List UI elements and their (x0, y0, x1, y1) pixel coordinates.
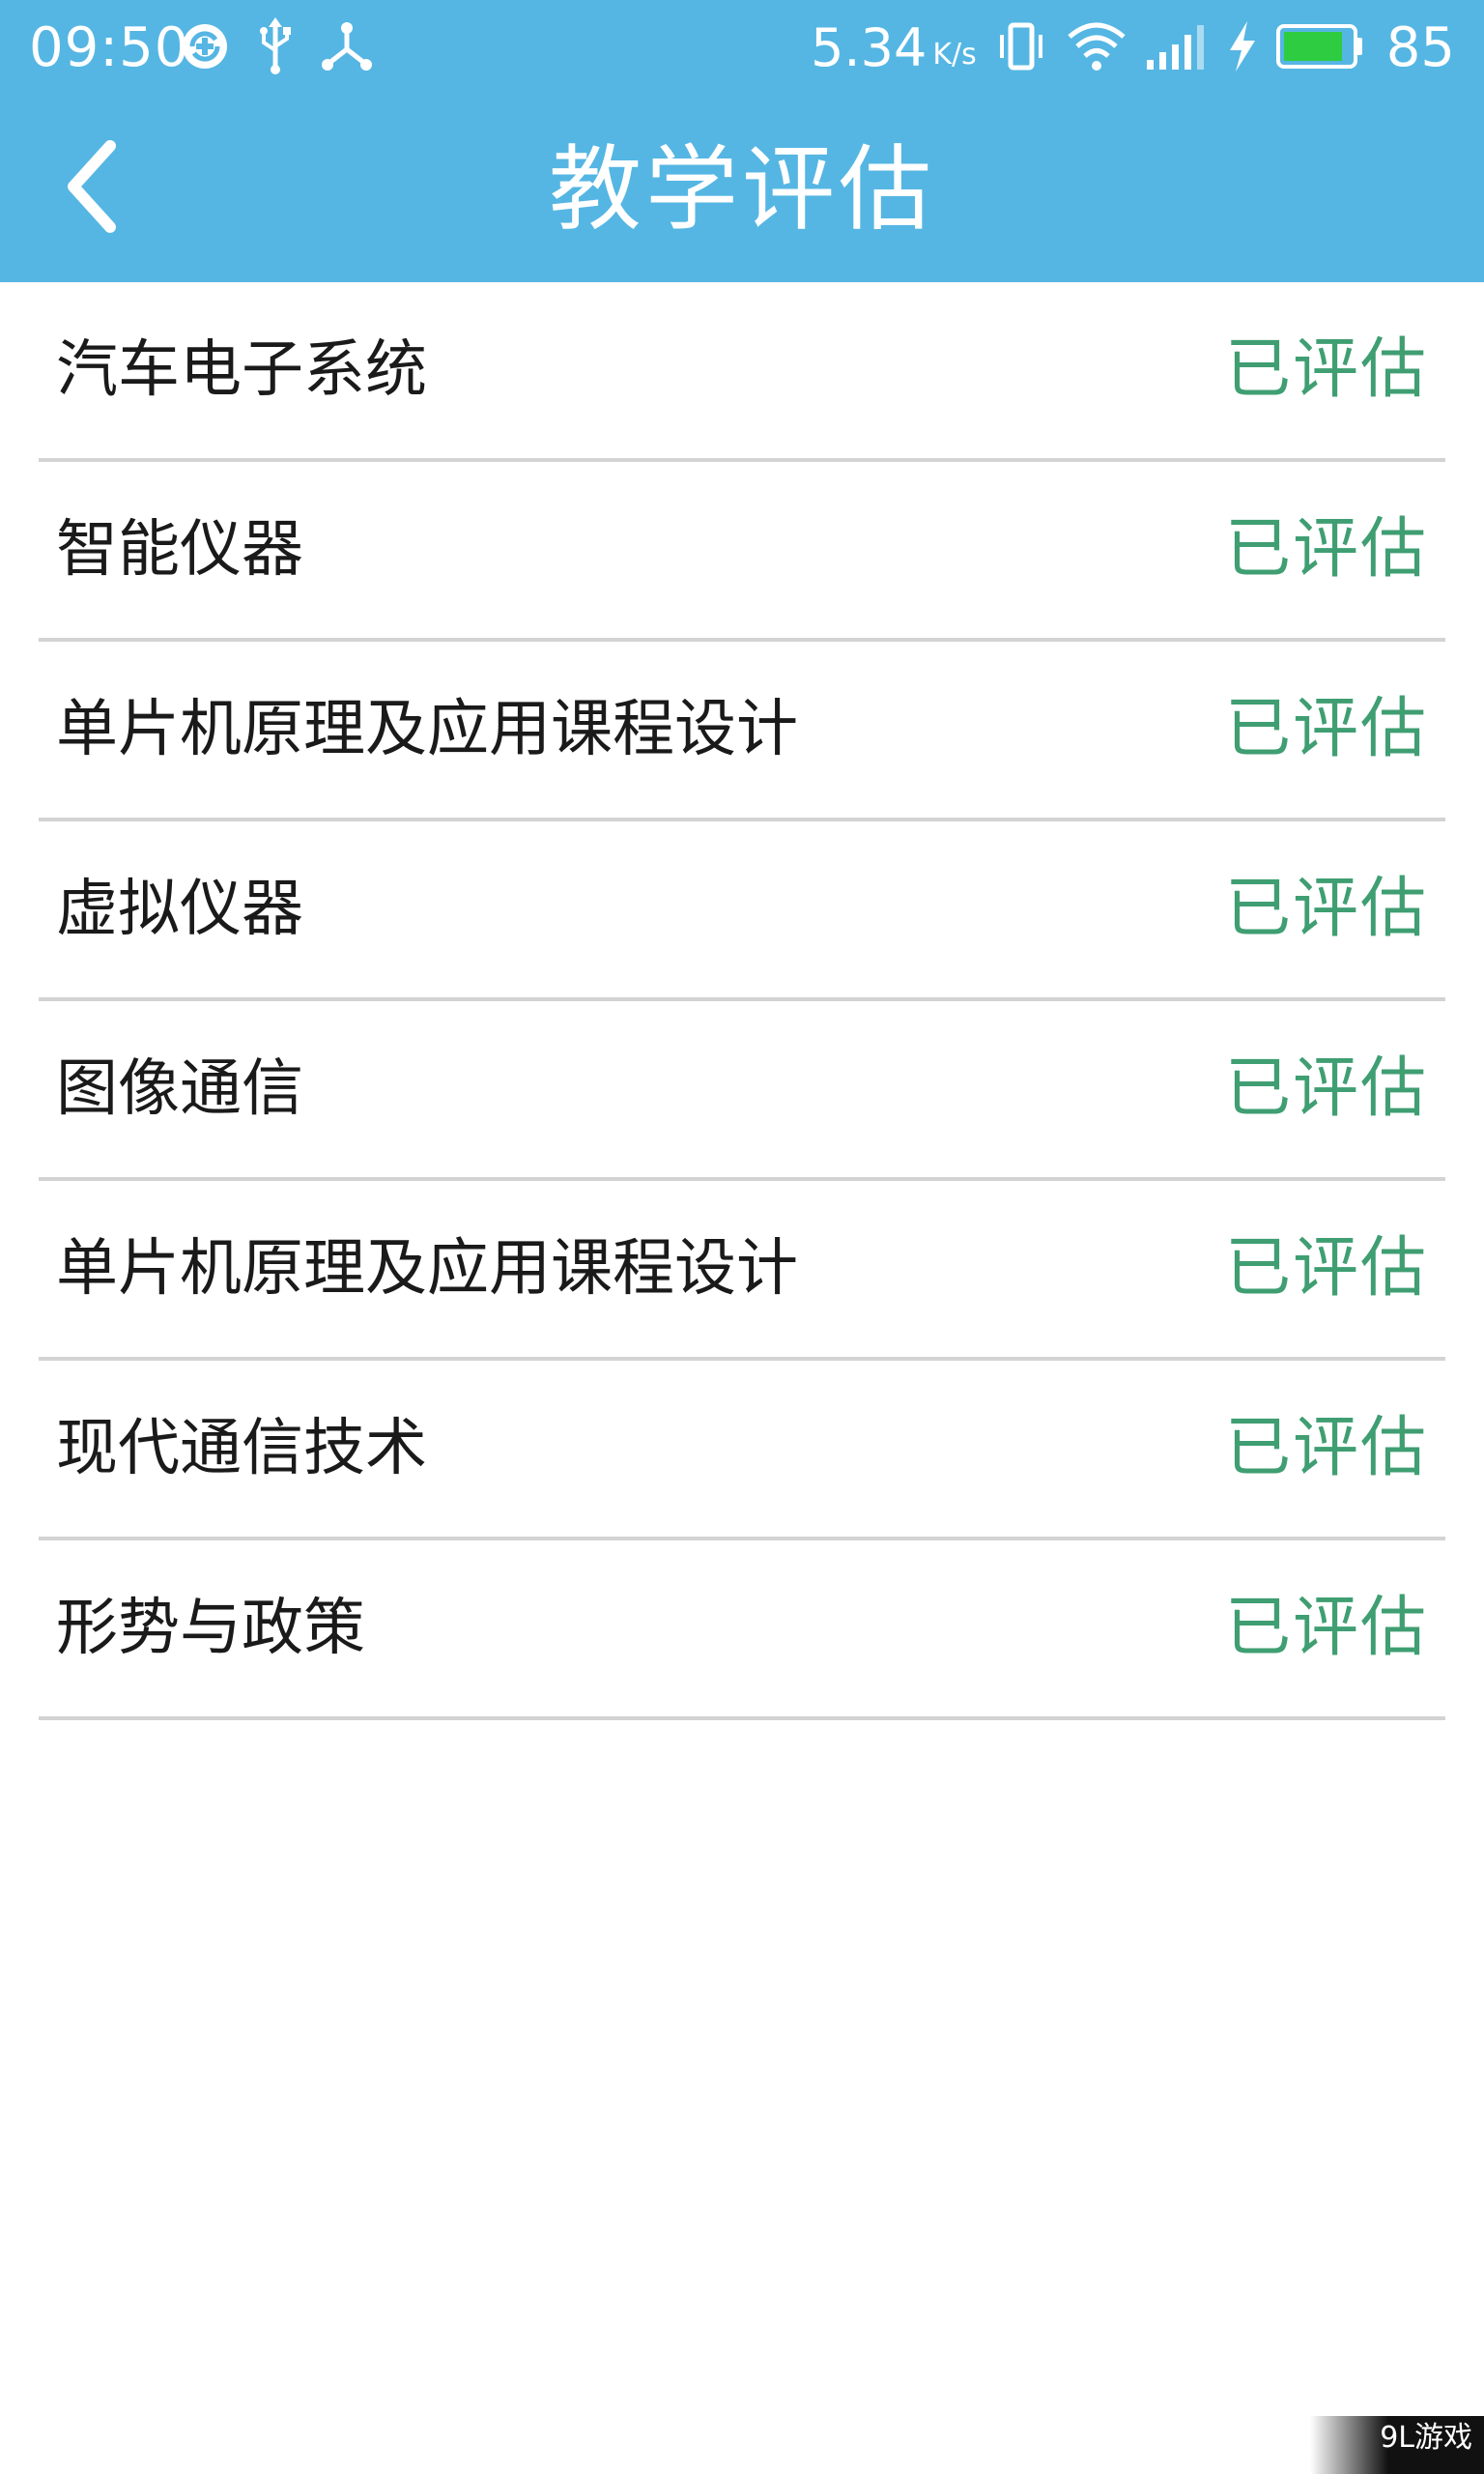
net-speed: 5.34 K/s (811, 17, 977, 78)
watermark-logo: 9L游戏 (1310, 2416, 1484, 2474)
battery-level: 85 (1385, 16, 1455, 79)
course-status: 已评估 (1224, 1590, 1428, 1666)
course-name: 智能仪器 (56, 514, 303, 586)
course-name: 汽车电子系统 (56, 334, 427, 406)
usb-icon (256, 17, 295, 79)
course-name: 单片机原理及应用课程设计 (56, 1233, 798, 1305)
course-row[interactable]: 智能仪器 已评估 (39, 462, 1445, 642)
course-status: 已评估 (1224, 331, 1428, 408)
app-header: 09:50 5.34 K/s 85 教学评估 (0, 0, 1484, 282)
course-row[interactable]: 图像通信 已评估 (39, 1001, 1445, 1181)
vibrate-icon (994, 19, 1048, 77)
status-time: 09:50 (29, 16, 190, 79)
net-speed-unit: K/s (932, 38, 977, 72)
signal-icon (1145, 19, 1209, 77)
charging-icon (1226, 19, 1259, 77)
course-row[interactable]: 单片机原理及应用课程设计 已评估 (39, 1181, 1445, 1361)
course-status: 已评估 (1224, 1410, 1428, 1486)
course-name: 虚拟仪器 (56, 874, 303, 945)
course-row[interactable]: 虚拟仪器 已评估 (39, 821, 1445, 1001)
course-name: 单片机原理及应用课程设计 (56, 694, 798, 765)
wifi-icon (1066, 19, 1127, 77)
course-row[interactable]: 现代通信技术 已评估 (39, 1361, 1445, 1540)
course-status: 已评估 (1224, 691, 1428, 767)
course-status: 已评估 (1224, 1230, 1428, 1307)
course-status: 已评估 (1224, 1050, 1428, 1127)
course-row[interactable]: 汽车电子系统 已评估 (39, 282, 1445, 462)
course-name: 形势与政策 (56, 1593, 365, 1664)
course-status: 已评估 (1224, 871, 1428, 947)
title-bar: 教学评估 (0, 97, 1484, 282)
share-icon (320, 20, 374, 76)
battery-icon (1275, 22, 1363, 74)
course-name: 现代通信技术 (56, 1413, 427, 1484)
course-row[interactable]: 形势与政策 已评估 (39, 1540, 1445, 1720)
page-title: 教学评估 (549, 135, 935, 244)
status-bar: 09:50 5.34 K/s 85 (0, 0, 1484, 97)
course-row[interactable]: 单片机原理及应用课程设计 已评估 (39, 642, 1445, 821)
course-status: 已评估 (1224, 511, 1428, 588)
status-right: 5.34 K/s 85 (811, 14, 1455, 83)
course-name: 图像通信 (56, 1053, 303, 1125)
status-left-icons (179, 17, 374, 79)
course-list: 汽车电子系统 已评估 智能仪器 已评估 单片机原理及应用课程设计 已评估 虚拟仪… (0, 282, 1484, 1720)
sync-icon (179, 20, 231, 76)
